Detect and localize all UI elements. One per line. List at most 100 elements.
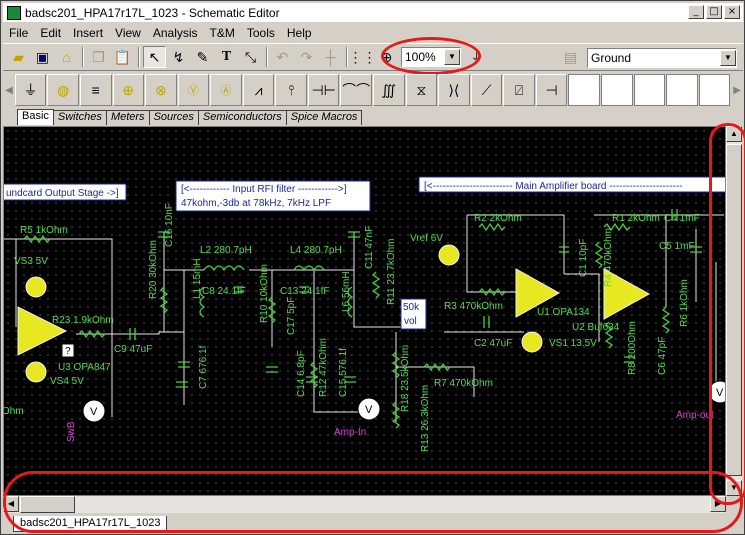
resistor-icon[interactable]: ⩘ <box>242 74 275 106</box>
open-file-icon[interactable]: ⌂ <box>55 46 78 68</box>
menu-insert[interactable]: Insert <box>67 26 109 40</box>
save-icon[interactable]: ▣ <box>31 46 54 68</box>
ammeter-icon[interactable]: Ⓐ <box>210 74 242 106</box>
menu-help[interactable]: Help <box>281 26 318 40</box>
tab-basic[interactable]: Basic <box>17 109 54 125</box>
main-toolbar: ▰ ▣ ⌂ ❐ 📋 ↖ ↯ ✎ T ⤡ ↶ ↷ ┼ ⋮⋮ ⊕ 100% ▼ ⏚ … <box>3 43 743 71</box>
zoom-highlight-annotation <box>381 37 481 75</box>
component-select[interactable]: Ground ▼ <box>587 48 737 68</box>
label-r13: R13 26.3kOhm <box>420 385 431 452</box>
label-c15: C15 576.1f <box>338 348 349 397</box>
tab-semiconductors[interactable]: Semiconductors <box>197 110 287 125</box>
tab-spice-macros[interactable]: Spice Macros <box>285 110 363 125</box>
component-palette: ◀ ⏚ ◍ ≡ ⊕ ⊗ Ⓥ Ⓐ ⩘ ⫯ ⊣⊢ ⌒⌒ ∭ ⧖ ⟩⟨ ⟋ ⍁ ⊣ ▶ <box>3 73 743 107</box>
tab-sources[interactable]: Sources <box>148 110 199 125</box>
component-select-value: Ground <box>591 51 632 65</box>
label-r20: R20 30kOhm <box>148 240 159 299</box>
voltage-source-icon[interactable]: ◍ <box>47 74 79 106</box>
voltmeter-icon[interactable]: Ⓥ <box>177 74 210 106</box>
transformer-icon[interactable]: ⧖ <box>405 74 438 106</box>
label-c1: C1 10pF <box>578 239 589 277</box>
text-icon[interactable]: T <box>215 46 238 68</box>
maximize-button[interactable]: □ <box>706 5 722 19</box>
toolbar-separator <box>266 47 268 67</box>
redo-icon[interactable]: ↷ <box>295 46 318 68</box>
header-rfi-filter: [<------------ Input RFI filter --------… <box>181 184 347 195</box>
minimize-button[interactable]: _ <box>688 5 704 19</box>
app-icon <box>7 5 21 20</box>
menu-file[interactable]: File <box>3 26 34 40</box>
tab-meters[interactable]: Meters <box>105 110 150 125</box>
ground-component-icon[interactable]: ⏚ <box>14 74 47 106</box>
label-r8: R8 200Ohm <box>627 321 638 375</box>
battery-icon[interactable]: ≡ <box>79 74 112 106</box>
label-c4: C4 1mF <box>664 213 700 224</box>
label-r1: R1 2kOhm <box>612 213 660 224</box>
label-vs4: VS4 5V <box>50 376 84 387</box>
title-bar: badsc201_HPA17r17L_1023 - Schematic Edit… <box>3 3 743 22</box>
undo-icon[interactable]: ↶ <box>271 46 294 68</box>
label-r7: R7 470kOhm <box>434 378 493 389</box>
open-folder-icon[interactable]: ▰ <box>7 46 30 68</box>
toolbar-separator <box>82 47 84 67</box>
capacitor-icon[interactable]: ⊣⊢ <box>307 74 340 106</box>
wire-icon[interactable]: ↯ <box>167 46 190 68</box>
label-c14: C14 6.8pF <box>296 350 307 397</box>
menu-tm[interactable]: T&M <box>204 26 241 40</box>
variable-resistor-icon[interactable]: ⍁ <box>503 74 535 106</box>
label-l6: L6 56mH <box>341 271 352 312</box>
component-search-icon[interactable]: ▤ <box>559 46 582 68</box>
select-arrow-icon[interactable]: ↖ <box>143 46 166 68</box>
pencil-icon[interactable]: ✎ <box>191 46 214 68</box>
menu-analysis[interactable]: Analysis <box>147 26 204 40</box>
terminal-icon[interactable]: ⊣ <box>535 74 568 106</box>
label-c2: C2 47uF <box>474 338 512 349</box>
pot-name-label: vol <box>404 316 417 327</box>
menu-edit[interactable]: Edit <box>34 26 67 40</box>
inductor-icon[interactable]: ⌒⌒ <box>340 74 373 106</box>
component-labels: R5 1kOhm VS3 5V R23 1.9kOhm C9 47uF U3 O… <box>4 203 700 452</box>
empty-palette-slot <box>666 74 698 106</box>
schematic-canvas[interactable]: undcard Output Stage ->] [<------------ … <box>3 126 726 496</box>
label-r10: R10 10kOhm <box>259 264 270 323</box>
label-u2: U2 Buf634 <box>572 322 620 333</box>
palette-scroll-right-icon[interactable]: ▶ <box>731 75 743 105</box>
label-u1: U1 OPA134 <box>537 307 590 318</box>
tab-switches[interactable]: Switches <box>52 110 107 125</box>
coupled-inductor-icon[interactable]: ∭ <box>373 74 405 106</box>
unknown-marker-label: ? <box>65 346 71 357</box>
paste-icon[interactable]: 📋 <box>111 46 134 68</box>
schematic-editor-window: badsc201_HPA17r17L_1023 - Schematic Edit… <box>0 0 745 535</box>
grid-icon[interactable]: ⋮⋮ <box>349 46 377 68</box>
close-button[interactable]: × <box>724 5 740 19</box>
menu-view[interactable]: View <box>109 26 147 40</box>
label-r11: R11 23.7kOhm <box>386 238 397 305</box>
label-c13: C13 24.1fF <box>280 286 329 297</box>
toolbar-separator <box>138 47 140 67</box>
label-l4: L4 280.7pH <box>290 245 342 256</box>
palette-scroll-left-icon[interactable]: ◀ <box>3 75 15 105</box>
schematic-drawing: undcard Output Stage ->] [<------------ … <box>4 176 725 452</box>
label-vs1: VS1 13.5V <box>549 338 597 349</box>
transformer2-icon[interactable]: ⟩⟨ <box>438 74 470 106</box>
label-c5: C5 1mF <box>659 241 695 252</box>
label-vs3: VS3 5V <box>14 256 48 267</box>
chevron-down-icon[interactable]: ▼ <box>720 50 736 66</box>
current-source-icon[interactable]: ⊕ <box>112 74 145 106</box>
switch-icon[interactable]: ⟋ <box>470 74 503 106</box>
window-title: badsc201_HPA17r17L_1023 - Schematic Edit… <box>25 5 280 20</box>
potentiometer-icon[interactable]: ⫯ <box>275 74 307 106</box>
label-c6: C6 47pF <box>657 337 668 375</box>
copy-icon[interactable]: ❐ <box>87 46 110 68</box>
header-output-stage: undcard Output Stage ->] <box>6 188 119 199</box>
menu-tools[interactable]: Tools <box>241 26 281 40</box>
label-c7: C7 676.1f <box>198 345 209 389</box>
rotate-icon[interactable]: ⤡ <box>239 46 262 68</box>
ac-source-icon[interactable]: ⊗ <box>145 74 177 106</box>
label-l2: L2 280.7pH <box>200 245 252 256</box>
label-c9: C9 47uF <box>114 344 152 355</box>
probe-amp-in: Amp-In <box>334 427 366 438</box>
cross-icon[interactable]: ┼ <box>319 46 342 68</box>
label-ohm: Ohm <box>4 406 24 417</box>
palette-tabs: Basic Switches Meters Sources Semiconduc… <box>3 109 743 125</box>
